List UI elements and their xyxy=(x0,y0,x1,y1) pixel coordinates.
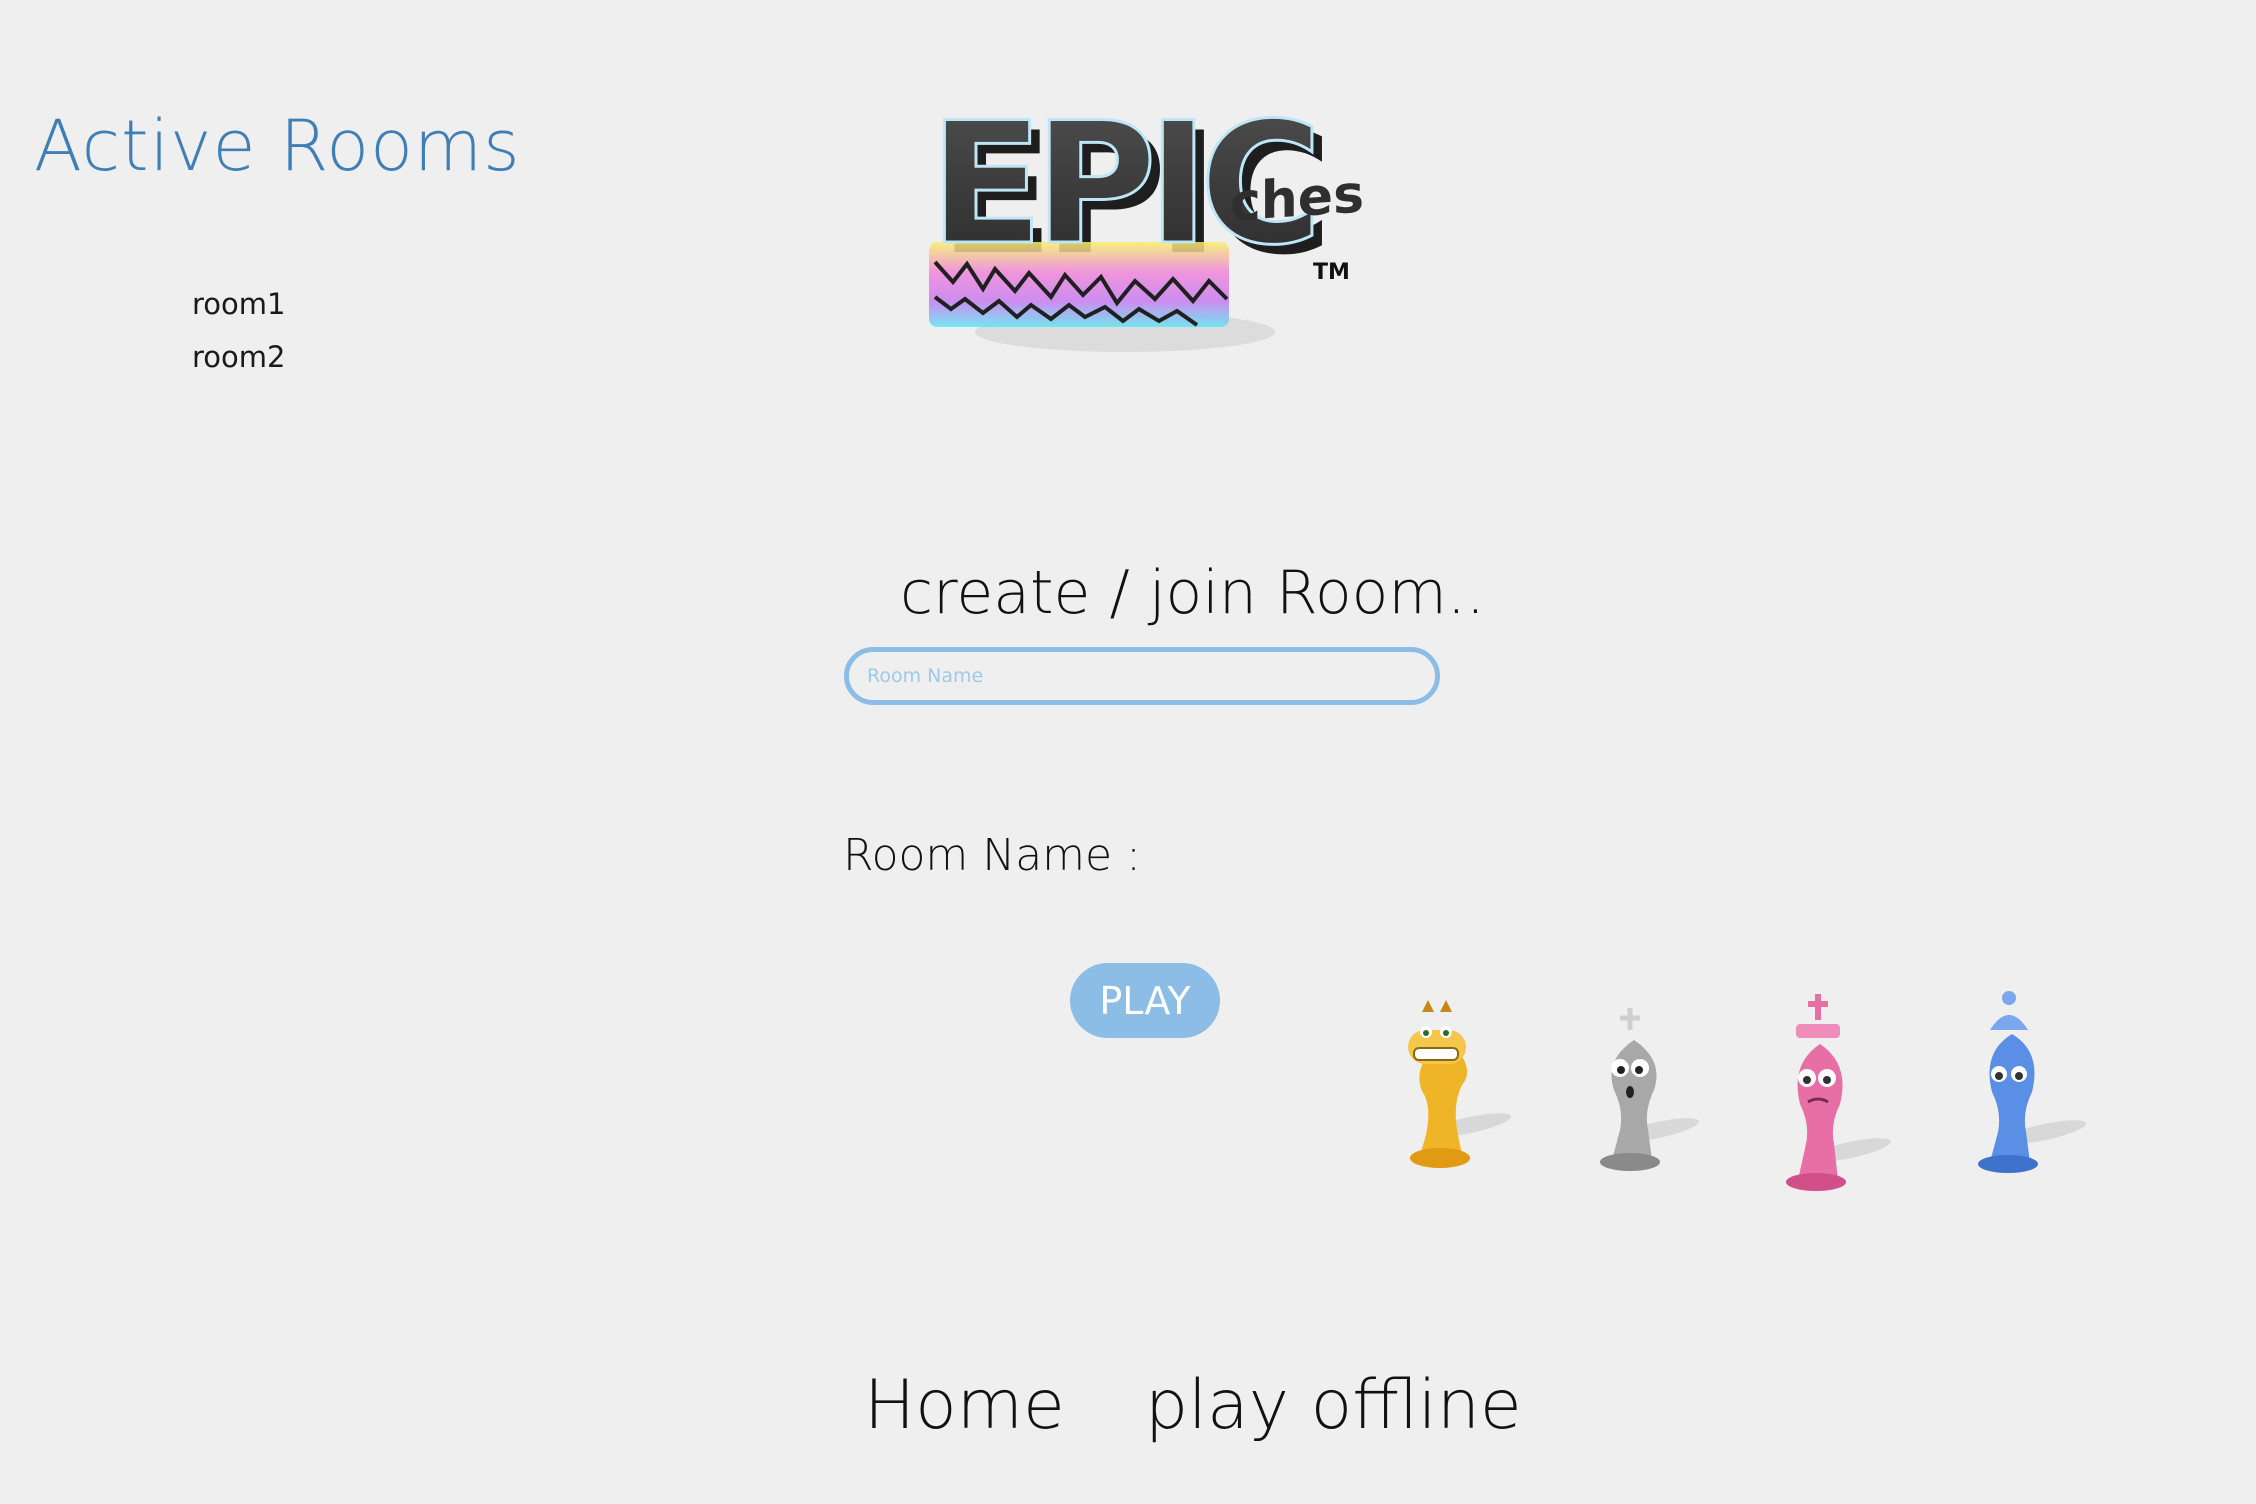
king-icon xyxy=(1786,994,1892,1191)
epic-chess-logo: EPIC EPIC chess TM xyxy=(928,92,1365,352)
play-button[interactable]: PLAY xyxy=(1070,963,1220,1038)
knight-icon xyxy=(1408,1000,1512,1168)
room-list-item[interactable]: room2 xyxy=(192,339,285,392)
bishop-icon xyxy=(1600,1008,1700,1171)
chess-pieces-illustration xyxy=(1408,991,2087,1191)
svg-text:chess: chess xyxy=(1230,162,1365,233)
home-link[interactable]: Home xyxy=(864,1366,1065,1445)
svg-text:TM: TM xyxy=(1313,260,1350,285)
queen-icon xyxy=(1978,991,2087,1173)
create-join-room-heading: create / join Room.. xyxy=(900,558,1485,628)
room-name-label: Room Name : xyxy=(843,830,1141,881)
active-rooms-title: Active Rooms xyxy=(34,105,521,187)
room-list: room1 room2 xyxy=(192,286,285,392)
page: Active Rooms room1 room2 EPIC EPIC chess… xyxy=(0,0,2256,1504)
room-list-item[interactable]: room1 xyxy=(192,286,285,339)
play-offline-link[interactable]: play offline xyxy=(1145,1366,1522,1445)
room-name-input[interactable] xyxy=(844,647,1440,705)
